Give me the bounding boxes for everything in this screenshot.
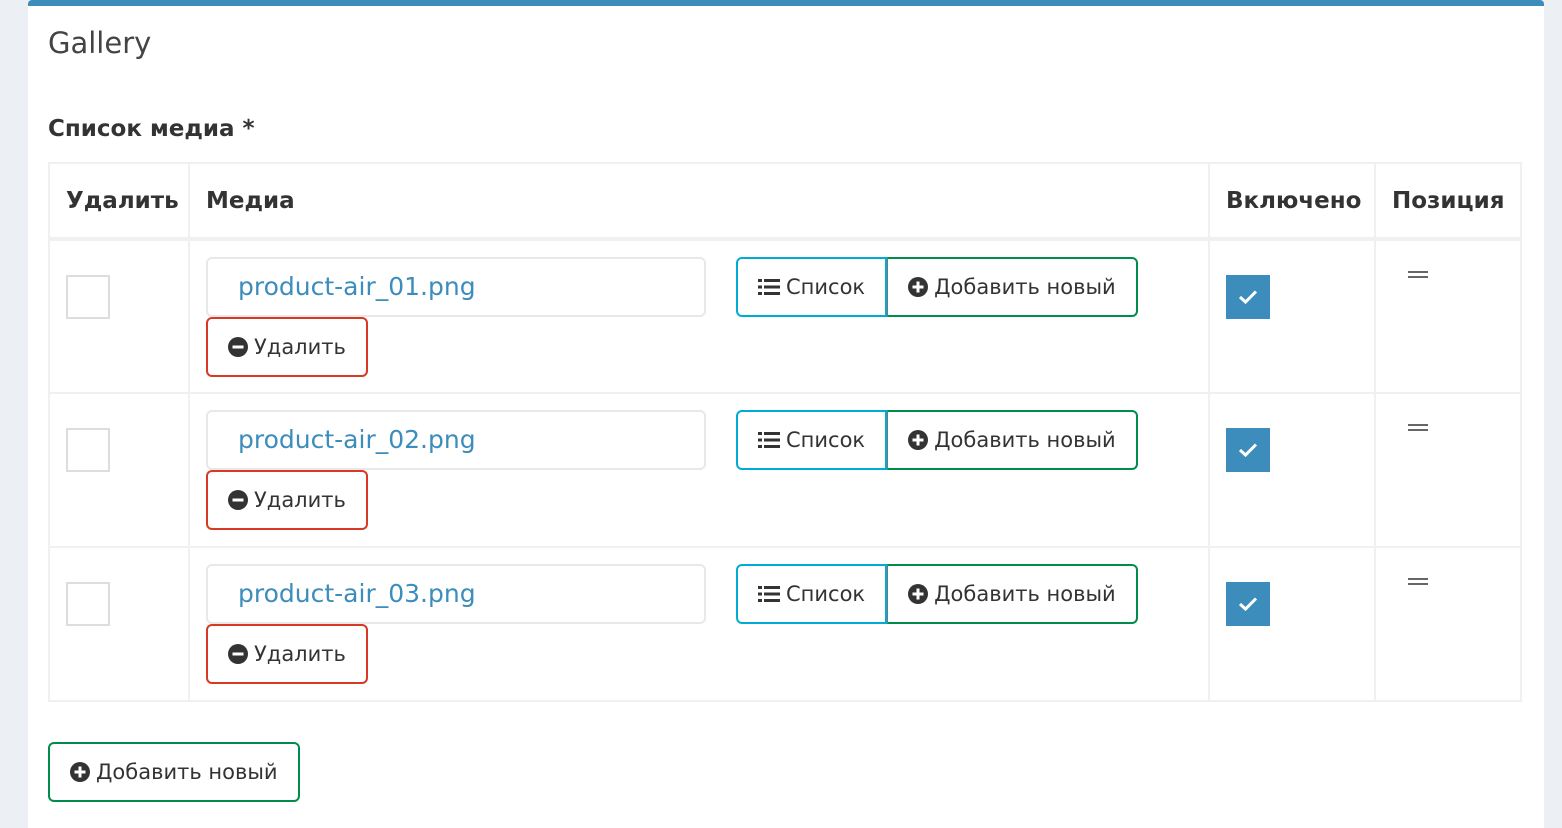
plus-circle-icon [908, 584, 929, 604]
add-new-row-label: Добавить новый [96, 760, 278, 784]
media-filename-link[interactable]: product-air_02.png [206, 410, 706, 470]
plus-circle-icon [70, 762, 90, 782]
add-new-media-label: Добавить новый [934, 275, 1116, 299]
header-position: Позиция [1374, 162, 1522, 241]
delete-checkbox[interactable] [66, 582, 110, 626]
delete-cell [48, 392, 190, 548]
remove-media-button[interactable]: Удалить [206, 624, 368, 684]
position-cell [1374, 238, 1522, 394]
minus-circle-icon [228, 337, 248, 357]
list-button[interactable]: Список [736, 257, 888, 317]
add-new-media-label: Добавить новый [934, 428, 1116, 452]
header-media: Медиа [188, 162, 1210, 241]
delete-cell [48, 238, 190, 394]
enabled-checkbox[interactable] [1226, 275, 1270, 319]
header-enabled: Включено [1208, 162, 1376, 241]
remove-media-button[interactable]: Удалить [206, 470, 368, 530]
remove-media-label: Удалить [254, 642, 346, 666]
plus-circle-icon [908, 277, 929, 297]
list-button-label: Список [786, 428, 866, 452]
enabled-checkbox[interactable] [1226, 428, 1270, 472]
table-row: product-air_01.png Список Добавить новый [48, 238, 1522, 394]
minus-circle-icon [228, 490, 248, 510]
remove-media-label: Удалить [254, 335, 346, 359]
minus-circle-icon [228, 644, 248, 664]
list-button[interactable]: Список [736, 410, 888, 470]
drag-handle-icon[interactable] [1408, 271, 1428, 278]
box-title: Gallery [48, 26, 152, 60]
gallery-box: Gallery Список медиа * Удалить Медиа Вкл… [28, 0, 1544, 828]
table-row: product-air_03.png Список Добавить новый [48, 546, 1522, 702]
remove-media-button[interactable]: Удалить [206, 317, 368, 377]
plus-circle-icon [908, 430, 929, 450]
check-icon [1238, 443, 1258, 458]
list-icon [758, 586, 780, 602]
drag-handle-icon[interactable] [1408, 424, 1428, 431]
add-new-media-button[interactable]: Добавить новый [887, 564, 1138, 624]
media-list-label: Список медиа * [48, 116, 255, 142]
table-header-row: Удалить Медиа Включено Позиция [48, 162, 1522, 241]
media-filename-link[interactable]: product-air_03.png [206, 564, 706, 624]
media-button-group: Список Добавить новый [736, 257, 1138, 317]
delete-checkbox[interactable] [66, 428, 110, 472]
check-icon [1238, 290, 1258, 305]
media-button-group: Список Добавить новый [736, 410, 1138, 470]
drag-handle-icon[interactable] [1408, 578, 1428, 585]
position-cell [1374, 546, 1522, 702]
list-button-label: Список [786, 275, 866, 299]
media-cell: product-air_01.png Список Добавить новый [188, 238, 1210, 394]
header-delete: Удалить [48, 162, 190, 241]
enabled-cell [1208, 546, 1376, 702]
remove-media-label: Удалить [254, 488, 346, 512]
media-button-group: Список Добавить новый [736, 564, 1138, 624]
media-filename-link[interactable]: product-air_01.png [206, 257, 706, 317]
list-button-label: Список [786, 582, 866, 606]
enabled-cell [1208, 392, 1376, 548]
add-new-media-button[interactable]: Добавить новый [887, 257, 1138, 317]
list-icon [758, 432, 780, 448]
list-icon [758, 279, 780, 295]
media-table: Удалить Медиа Включено Позиция product-a… [48, 162, 1522, 702]
enabled-cell [1208, 238, 1376, 394]
list-button[interactable]: Список [736, 564, 888, 624]
media-cell: product-air_03.png Список Добавить новый [188, 546, 1210, 702]
add-new-row-button[interactable]: Добавить новый [48, 742, 300, 802]
check-icon [1238, 597, 1258, 612]
delete-checkbox[interactable] [66, 275, 110, 319]
add-new-media-button[interactable]: Добавить новый [887, 410, 1138, 470]
media-cell: product-air_02.png Список Добавить новый [188, 392, 1210, 548]
table-row: product-air_02.png Список Добавить новый [48, 392, 1522, 548]
delete-cell [48, 546, 190, 702]
enabled-checkbox[interactable] [1226, 582, 1270, 626]
add-new-media-label: Добавить новый [934, 582, 1116, 606]
position-cell [1374, 392, 1522, 548]
